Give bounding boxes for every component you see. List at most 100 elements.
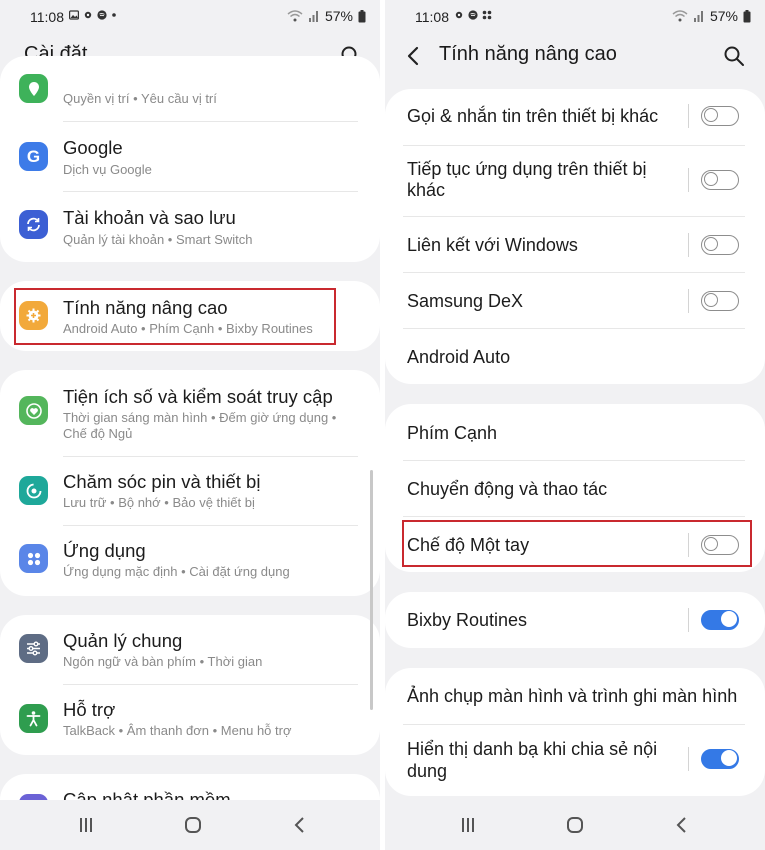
toggle-switch[interactable] xyxy=(701,291,739,311)
settings-item-subtitle: Quản lý tài khoản • Smart Switch xyxy=(63,232,253,247)
home-icon[interactable] xyxy=(183,816,203,834)
setting-title: Ảnh chụp màn hình và trình ghi màn hình xyxy=(407,686,738,706)
spotify-icon xyxy=(468,10,478,20)
settings-item-accounts-backup[interactable]: Tài khoản và sao lưu Quản lý tài khoản •… xyxy=(0,192,380,262)
toggle-divider xyxy=(688,289,689,313)
page-title: Tính năng nâng cao xyxy=(439,43,617,65)
signal-icon xyxy=(693,11,703,22)
wifi-icon xyxy=(672,10,688,22)
settings-screen: 11:08 57% Cài đặt Quyền vị trí • Yêu cầu… xyxy=(0,0,380,850)
battery-percent: 57% xyxy=(709,8,738,24)
toggle-divider xyxy=(688,608,689,632)
back-arrow-icon[interactable] xyxy=(404,45,424,67)
settings-item-subtitle: Ngôn ngữ và bàn phím • Thời gian xyxy=(63,654,263,669)
recent-apps-icon[interactable] xyxy=(458,816,478,834)
settings-item-apps[interactable]: Ứng dụng Ứng dụng mặc định • Cài đặt ứng… xyxy=(0,526,380,596)
advanced-card-screenshots: Ảnh chụp màn hình và trình ghi màn hình … xyxy=(385,668,765,796)
settings-card-accounts: Quyền vị trí • Yêu cầu vị trí G Google D… xyxy=(0,56,380,262)
toggle-divider xyxy=(688,747,689,771)
settings-item-accessibility[interactable]: Hỗ trợ TalkBack • Âm thanh đơn • Menu hỗ… xyxy=(0,685,380,755)
dot-icon xyxy=(112,13,116,17)
settings-item-title: Tài khoản và sao lưu xyxy=(63,207,236,228)
setting-android-auto[interactable]: Android Auto xyxy=(385,329,765,384)
toggle-switch[interactable] xyxy=(701,610,739,630)
toggle-divider xyxy=(688,233,689,257)
settings-item-subtitle: Quyền vị trí • Yêu cầu vị trí xyxy=(63,91,217,106)
setting-motions-gestures[interactable]: Chuyển động và thao tác xyxy=(385,461,765,516)
toggle-divider xyxy=(688,168,689,192)
scrollbar[interactable] xyxy=(370,470,373,710)
accessibility-icon xyxy=(19,704,48,733)
setting-title: Phím Cạnh xyxy=(407,423,498,443)
setting-call-text-other-devices[interactable]: Gọi & nhắn tin trên thiết bị khác xyxy=(385,89,765,144)
highlight-box xyxy=(14,288,336,345)
advanced-features-screen: 11:08 57% Tính năng nâng cao Gọi & nhắn … xyxy=(385,0,765,850)
settings-item-title: Google xyxy=(63,137,123,158)
setting-title: Samsung DeX xyxy=(407,291,524,311)
setting-show-contacts-sharing[interactable]: Hiển thị danh bạ khi chia sẻ nội dung xyxy=(385,725,765,796)
battery-icon xyxy=(743,9,751,22)
heart-circle-icon xyxy=(19,396,48,425)
back-icon[interactable] xyxy=(672,816,692,834)
setting-screenshots-recorder[interactable]: Ảnh chụp màn hình và trình ghi màn hình xyxy=(385,668,765,724)
setting-title: Gọi & nhắn tin trên thiết bị khác xyxy=(407,106,659,126)
settings-card-general: Quản lý chung Ngôn ngữ và bàn phím • Thờ… xyxy=(0,615,380,755)
dots-icon xyxy=(482,10,492,20)
advanced-card-connectivity: Gọi & nhắn tin trên thiết bị khác Tiếp t… xyxy=(385,89,765,384)
location-icon xyxy=(19,74,48,103)
toggle-switch[interactable] xyxy=(701,235,739,255)
settings-item-title: Hỗ trợ xyxy=(63,699,116,720)
settings-card-device: Tiện ích số và kiểm soát truy cập Thời g… xyxy=(0,370,380,596)
status-right: 57% xyxy=(287,8,366,24)
setting-link-to-windows[interactable]: Liên kết với Windows xyxy=(385,217,765,273)
settings-item-title: Ứng dụng xyxy=(63,540,146,561)
setting-title: Chuyển động và thao tác xyxy=(407,479,608,499)
settings-item-google[interactable]: G Google Dịch vụ Google xyxy=(0,122,380,192)
status-time: 11:08 xyxy=(415,9,449,25)
navigation-bar xyxy=(385,800,765,850)
recent-apps-icon[interactable] xyxy=(76,816,96,834)
toggle-divider xyxy=(688,104,689,128)
toggle-switch[interactable] xyxy=(701,106,739,126)
spotify-icon xyxy=(97,10,107,20)
settings-item-title: Quản lý chung xyxy=(63,630,183,651)
battery-percent: 57% xyxy=(324,8,353,24)
setting-title: Android Auto xyxy=(407,347,511,367)
setting-side-key[interactable]: Phím Cạnh xyxy=(385,404,765,460)
sync-icon xyxy=(19,210,48,239)
gear-icon xyxy=(455,11,463,19)
gear-icon xyxy=(84,11,92,19)
settings-item-general-management[interactable]: Quản lý chung Ngôn ngữ và bàn phím • Thờ… xyxy=(0,615,380,685)
setting-bixby-routines[interactable]: Bixby Routines xyxy=(385,592,765,648)
settings-item-location[interactable]: Quyền vị trí • Yêu cầu vị trí xyxy=(0,56,380,122)
notification-icons xyxy=(69,10,117,20)
sliders-icon xyxy=(19,634,48,663)
toggle-switch[interactable] xyxy=(701,749,739,769)
search-icon[interactable] xyxy=(722,44,746,68)
setting-title: Liên kết với Windows xyxy=(407,235,578,255)
settings-item-battery-device-care[interactable]: Chăm sóc pin và thiết bị Lưu trữ • Bộ nh… xyxy=(0,457,380,527)
setting-samsung-dex[interactable]: Samsung DeX xyxy=(385,273,765,329)
wifi-icon xyxy=(287,10,303,22)
setting-title: Bixby Routines xyxy=(407,610,528,630)
setting-continue-apps[interactable]: Tiếp tục ứng dụng trên thiết bị khác xyxy=(385,146,765,217)
settings-item-digital-wellbeing[interactable]: Tiện ích số và kiểm soát truy cập Thời g… xyxy=(0,370,380,456)
status-right: 57% xyxy=(672,8,751,24)
notification-icons xyxy=(454,10,492,20)
back-icon[interactable] xyxy=(290,816,310,834)
settings-item-subtitle: Ứng dụng mặc định • Cài đặt ứng dụng xyxy=(63,564,290,579)
setting-title: Hiển thị danh bạ khi chia sẻ nội xyxy=(407,739,658,759)
settings-item-subtitle-line2: Chế độ Ngủ xyxy=(63,426,133,441)
google-icon: G xyxy=(19,142,48,171)
advanced-card-bixby: Bixby Routines xyxy=(385,592,765,648)
status-time: 11:08 xyxy=(30,9,64,25)
setting-title-line2: dung xyxy=(407,761,448,781)
gallery-icon xyxy=(69,10,79,20)
setting-title-line2: khác xyxy=(407,180,446,200)
settings-item-subtitle: TalkBack • Âm thanh đơn • Menu hỗ trợ xyxy=(63,723,292,738)
signal-icon xyxy=(308,11,318,22)
highlight-box xyxy=(402,520,752,567)
toggle-switch[interactable] xyxy=(701,170,739,190)
home-icon[interactable] xyxy=(565,816,585,834)
settings-item-subtitle: Thời gian sáng màn hình • Đếm giờ ứng dụ… xyxy=(63,410,337,425)
